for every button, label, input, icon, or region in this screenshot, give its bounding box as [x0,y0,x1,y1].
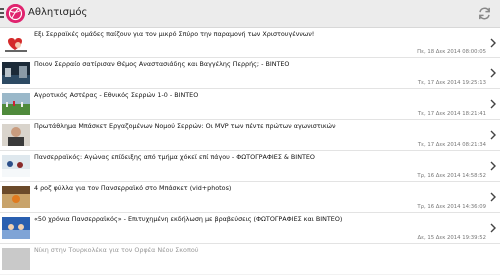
list-item[interactable]: Πρωτάθλημα Μπάσκετ Εργαζομένων Νομού Σερ… [0,120,500,151]
chevron-right-icon [490,99,496,109]
article-title: Πανσερραϊκός: Αγώνας επίδειξης από τμήμα… [34,153,315,161]
chevron-right-icon [490,192,496,202]
article-thumbnail [2,124,30,146]
menu-icon[interactable] [0,8,4,19]
article-date: Τε, 17 Δεκ 2014 08:21:34 [417,142,486,148]
list-item[interactable]: «50 χρόνια Πανσερραϊκός» - Επιτυχημένη ε… [0,213,500,244]
list-item[interactable]: Νίκη στην Τουρκολέκα για τον Ορφέα Νέου … [0,244,500,275]
app-bar: Αθλητισμός [0,0,500,28]
refresh-icon[interactable] [477,6,492,21]
article-thumbnail [2,186,30,208]
article-date: Πε, 18 Δεκ 2014 08:00:05 [417,49,486,55]
article-title: Πρωτάθλημα Μπάσκετ Εργαζομένων Νομού Σερ… [34,122,336,130]
article-thumbnail [2,248,30,270]
article-date: Τρ, 16 Δεκ 2014 14:58:52 [417,173,486,179]
article-thumbnail [2,62,30,84]
chevron-right-icon [490,68,496,78]
article-list: Εξι Σερραϊκές ομάδες παίζουν για τον μικ… [0,28,500,275]
list-item[interactable]: Εξι Σερραϊκές ομάδες παίζουν για τον μικ… [0,28,500,58]
app-logo-icon[interactable] [6,4,25,23]
article-date: Τρ, 16 Δεκ 2014 14:36:09 [417,204,486,210]
article-title: 4 ροζ φύλλα για τον Πανσερραϊκό στο Μπάσ… [34,184,232,192]
article-date: Τε, 17 Δεκ 2014 19:25:13 [417,80,486,86]
chevron-right-icon [490,38,496,48]
article-thumbnail [2,32,30,54]
article-date: Δε, 15 Δεκ 2014 19:39:52 [417,235,486,241]
article-thumbnail [2,155,30,177]
list-item[interactable]: Πανσερραϊκός: Αγώνας επίδειξης από τμήμα… [0,151,500,182]
page-title: Αθλητισμός [28,7,88,18]
list-item[interactable]: Ποιον Σερραίο σατίρισαν Θέμος Αναστασιάδ… [0,58,500,89]
article-title: «50 χρόνια Πανσερραϊκός» - Επιτυχημένη ε… [34,215,343,223]
article-title: Αγροτικός Αστέρας - Εθνικός Σερρών 1-0 -… [34,91,199,99]
chevron-right-icon [490,161,496,171]
chevron-right-icon [490,223,496,233]
article-title: Νίκη στην Τουρκολέκα για τον Ορφέα Νέου … [34,246,199,254]
article-title: Εξι Σερραϊκές ομάδες παίζουν για τον μικ… [34,30,315,38]
article-thumbnail [2,217,30,239]
article-thumbnail [2,93,30,115]
article-title: Ποιον Σερραίο σατίρισαν Θέμος Αναστασιάδ… [34,60,290,68]
article-date: Τε, 17 Δεκ 2014 18:21:41 [417,111,486,117]
list-item[interactable]: 4 ροζ φύλλα για τον Πανσερραϊκό στο Μπάσ… [0,182,500,213]
list-item[interactable]: Αγροτικός Αστέρας - Εθνικός Σερρών 1-0 -… [0,89,500,120]
chevron-right-icon [490,130,496,140]
